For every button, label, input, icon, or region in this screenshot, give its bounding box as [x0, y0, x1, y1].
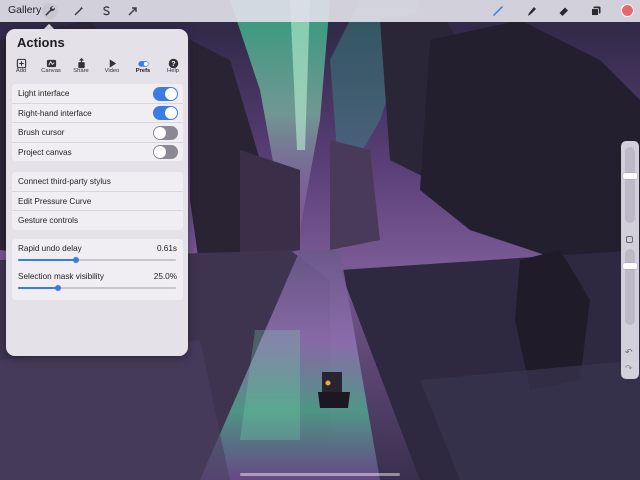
arrow-transform-icon[interactable] — [125, 3, 141, 19]
preference-toggles: Light interface Right-hand interface Bru… — [12, 84, 183, 161]
actions-panel: Actions Add Canvas Share Video Prefs ? H… — [6, 29, 188, 356]
home-indicator — [240, 473, 400, 476]
tab-share[interactable]: Share — [66, 56, 96, 74]
layers-icon[interactable] — [588, 3, 604, 19]
gallery-button[interactable]: Gallery — [8, 4, 41, 16]
redo-icon[interactable]: ↷ — [625, 363, 633, 374]
gesture-controls-item[interactable]: Gesture controls — [12, 211, 183, 230]
brush-sidebar: ↶ ↷ — [621, 141, 639, 379]
rapid-undo-delay-row: Rapid undo delay 0.61s — [12, 241, 183, 269]
brush-size-slider[interactable] — [623, 147, 637, 223]
add-icon — [6, 56, 36, 69]
s-selection-icon[interactable] — [98, 3, 114, 19]
tab-prefs[interactable]: Prefs — [128, 56, 158, 74]
smudge-icon[interactable] — [524, 3, 540, 19]
brush-opacity-slider[interactable] — [623, 249, 637, 325]
tab-video[interactable]: Video — [97, 56, 127, 74]
preference-links: Connect third-party stylus Edit Pressure… — [12, 172, 183, 230]
selection-mask-visibility-row: Selection mask visibility 25.0% — [12, 269, 183, 297]
rapid-undo-delay-slider[interactable] — [18, 257, 176, 263]
pref-light-interface[interactable]: Light interface — [12, 84, 183, 104]
magic-wand-icon[interactable] — [71, 3, 87, 19]
pref-right-hand-interface[interactable]: Right-hand interface — [12, 103, 183, 123]
top-toolbar: Gallery — [0, 0, 640, 22]
svg-text:?: ? — [171, 61, 175, 68]
actions-tabs: Add Canvas Share Video Prefs ? Help — [6, 56, 188, 78]
pref-brush-cursor[interactable]: Brush cursor — [12, 123, 183, 143]
toggle-switch[interactable] — [153, 125, 178, 140]
brush-size-handle[interactable] — [623, 173, 637, 179]
square-modify-icon[interactable] — [626, 236, 633, 243]
connect-stylus-item[interactable]: Connect third-party stylus — [12, 172, 183, 192]
canvas-icon — [36, 56, 66, 68]
rapid-undo-delay-value: 0.61s — [156, 244, 177, 253]
prefs-toggle-icon — [128, 56, 158, 67]
toggle-switch[interactable] — [153, 86, 178, 101]
slider-thumb[interactable] — [73, 257, 80, 263]
edit-pressure-curve-item[interactable]: Edit Pressure Curve — [12, 191, 183, 211]
tab-help[interactable]: ? Help — [158, 56, 188, 74]
toggle-switch[interactable] — [153, 145, 178, 159]
video-play-icon — [97, 56, 127, 68]
actions-title: Actions — [17, 35, 65, 50]
slider-thumb[interactable] — [54, 285, 61, 291]
wrench-icon[interactable] — [42, 3, 58, 19]
pref-project-canvas[interactable]: Project canvas — [12, 142, 183, 161]
brush-opacity-handle[interactable] — [623, 263, 637, 269]
selection-mask-visibility-value: 25.0% — [153, 272, 177, 281]
toggle-switch[interactable] — [153, 106, 178, 120]
tab-canvas[interactable]: Canvas — [36, 56, 66, 74]
eraser-icon[interactable] — [556, 3, 572, 19]
brush-icon[interactable] — [490, 3, 506, 19]
share-icon — [66, 56, 96, 69]
undo-icon[interactable]: ↶ — [625, 347, 633, 358]
color-picker-button[interactable] — [621, 4, 634, 17]
help-icon: ? — [158, 56, 188, 69]
tab-add[interactable]: Add — [6, 56, 36, 74]
selection-mask-visibility-slider[interactable] — [18, 285, 176, 291]
preference-sliders: Rapid undo delay 0.61s Selection mask vi… — [12, 239, 183, 300]
